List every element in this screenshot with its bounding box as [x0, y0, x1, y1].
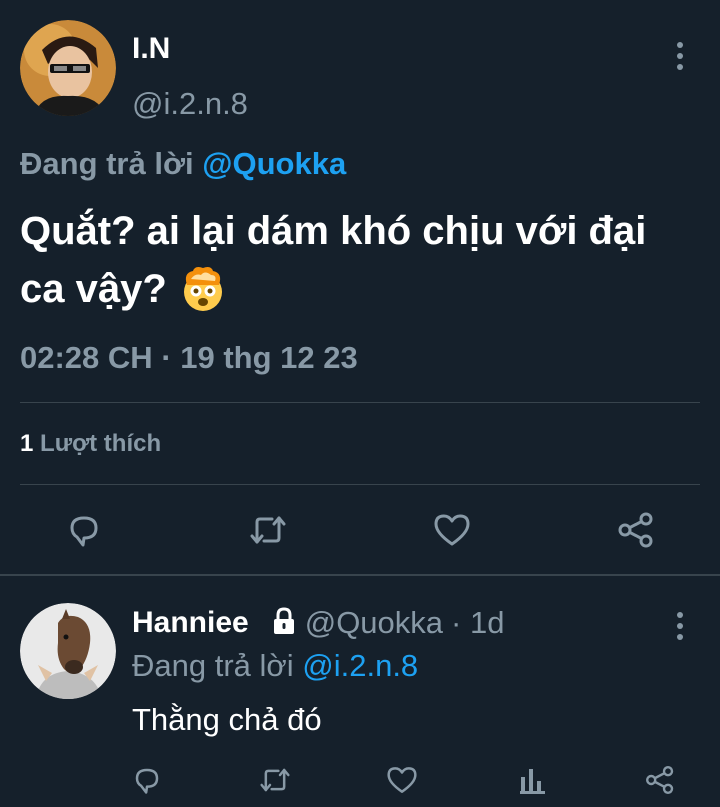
section-divider [0, 574, 720, 576]
tweet-time: 02:28 CH [20, 340, 153, 375]
reply-like-icon[interactable] [386, 765, 418, 795]
more-options-icon[interactable] [670, 42, 690, 70]
reply-age: · 1d [451, 605, 505, 640]
reply-icon[interactable] [66, 512, 102, 548]
reply-retweet-icon[interactable] [258, 765, 292, 795]
reply-header: Hanniee @Quokka · 1d [132, 605, 504, 641]
reply-author-name[interactable]: Hanniee [132, 606, 249, 640]
divider [20, 402, 700, 403]
share-icon[interactable] [616, 510, 656, 550]
replying-to-prefix: Đang trả lời [20, 146, 194, 181]
reply-reply-icon[interactable] [132, 765, 162, 795]
exploding-head-emoji [179, 265, 227, 313]
replying-to-link[interactable]: @Quokka [202, 146, 346, 181]
author-avatar[interactable] [20, 20, 116, 116]
tweet-timestamp[interactable]: 02:28 CH · 19 thg 12 23 [20, 340, 358, 376]
likes-count: 1 [20, 430, 34, 457]
timestamp-separator: · [161, 340, 172, 375]
reply-replying-to-line: Đang trả lời @i.2.n.8 [132, 648, 418, 684]
reply-author-avatar[interactable] [20, 603, 116, 699]
author-name[interactable]: I.N [132, 32, 170, 66]
likes-stat[interactable]: 1 Lượt thích [20, 430, 161, 458]
replying-to-line: Đang trả lời @Quokka [20, 146, 346, 182]
tweet-date: 19 thg 12 23 [180, 340, 358, 375]
lock-icon [271, 606, 297, 640]
reply-author-handle[interactable]: @Quokka [305, 605, 443, 641]
reply-replying-to-prefix: Đang trả lời [132, 648, 294, 683]
reply-share-icon[interactable] [644, 764, 676, 796]
tweet-text: Quắt? ai lại dám khó chịu với đại ca vậy… [20, 202, 720, 318]
retweet-icon[interactable] [248, 512, 288, 548]
reply-text: Thằng chả đó [132, 702, 322, 737]
reply-more-options-icon[interactable] [670, 612, 690, 640]
author-handle[interactable]: @i.2.n.8 [132, 86, 248, 122]
like-icon[interactable] [433, 512, 471, 548]
tweet-text-line2: ca vậy? [20, 267, 167, 311]
tweet-text-line1: Quắt? ai lại dám khó chịu với đại [20, 209, 647, 253]
likes-label: Lượt thích [40, 430, 162, 457]
reply-replying-to-link[interactable]: @i.2.n.8 [302, 648, 418, 683]
reply-analytics-icon[interactable] [518, 765, 548, 795]
divider [20, 484, 700, 485]
